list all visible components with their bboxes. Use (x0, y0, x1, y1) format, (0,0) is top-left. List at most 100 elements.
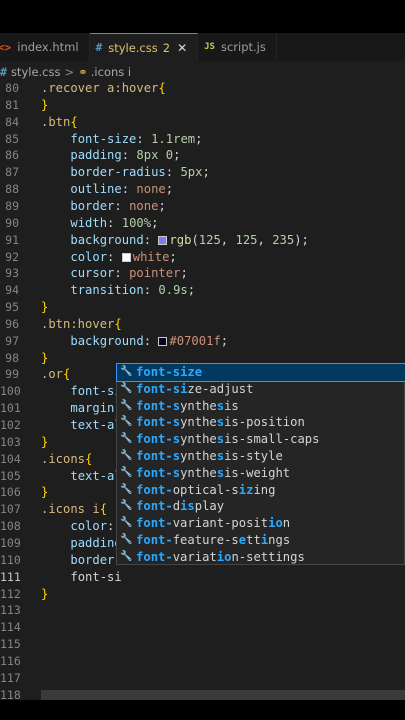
code-line[interactable]: 93 cursor: pointer; (0, 265, 405, 282)
suggestion-item[interactable]: 🔧 font-synthesis-style (117, 448, 405, 465)
suggestion-item[interactable]: 🔧 font-synthesis (117, 398, 405, 415)
code-text: transition: 0.9s; (70, 283, 196, 298)
suggestion-label: font-display (136, 499, 225, 514)
code-line[interactable]: 80 .recover a:hover{ (0, 80, 405, 97)
code-line[interactable]: 87 border-radius: 5px; (0, 164, 405, 181)
editor-tabs: <> index.html # style.css 2 ✕ JS script.… (0, 33, 405, 61)
line-number: 105 (0, 468, 21, 483)
suggestion-label: font-variation-settings (136, 549, 305, 564)
line-number: 102 (0, 418, 21, 432)
wrench-icon: 🔧 (120, 366, 133, 377)
code-text: text-al (70, 468, 122, 483)
line-number: 116 (0, 653, 21, 668)
suggestion-item[interactable]: 🔧 font-size-adjust (117, 381, 405, 398)
code-text: .icons i{ (41, 502, 108, 517)
suggestion-label: font-synthesis-small-caps (136, 432, 320, 447)
line-number: 101 (0, 401, 21, 416)
wrench-icon: 🔧 (120, 399, 133, 411)
line-number: 109 (0, 535, 21, 550)
code-line[interactable]: 90 width: 100%; (0, 215, 405, 232)
code-line[interactable]: 95} (0, 299, 405, 316)
code-line[interactable]: 86 padding: 8px 0; (0, 147, 405, 164)
tab-script-js[interactable]: JS script.js (198, 33, 277, 61)
line-number: 98 (5, 350, 19, 365)
suggestion-item[interactable]: 🔧 font-feature-settings (117, 532, 405, 549)
wrench-icon: 🔧 (120, 433, 133, 445)
code-line[interactable]: 84 .btn{ (0, 114, 405, 131)
breadcrumb-symbol[interactable]: .icons i (91, 65, 131, 79)
suggestion-label: font-variant-position (136, 516, 291, 531)
wrench-icon: 🔧 (120, 550, 133, 562)
line-number: 92 (5, 249, 19, 264)
code-text: .icons{ (41, 451, 93, 466)
suggestion-label: font-feature-settings (136, 533, 291, 547)
suggestion-item[interactable]: 🔧 font-size (116, 363, 405, 382)
suggestion-item[interactable]: 🔧 font-synthesis-position (117, 414, 405, 431)
suggestion-label: font-synthesis (136, 398, 239, 413)
suggestion-label: font-synthesis-position (136, 415, 305, 430)
code-text: margin- (70, 401, 122, 416)
line-number: 99 (5, 367, 19, 382)
code-text: } (41, 350, 49, 365)
breadcrumb-file[interactable]: style.css (11, 65, 61, 79)
chevron-right-icon: > (64, 65, 75, 79)
line-number: 108 (0, 519, 21, 534)
code-line[interactable]: 85 font-size: 1.1rem; (0, 131, 405, 148)
code-text: font-size: 1.1rem; (70, 131, 203, 146)
top-bar (0, 0, 405, 33)
code-text: padding: 8px 0; (70, 148, 181, 163)
code-line[interactable]: 88 outline: none; (0, 181, 405, 198)
code-line[interactable]: 117 (0, 670, 405, 687)
code-line[interactable]: 91 background: rgb(125, 125, 235); (0, 232, 405, 249)
bottom-bar (0, 700, 405, 720)
suggestion-label: font-synthesis-style (136, 449, 283, 463)
code-line[interactable]: 113 (0, 602, 405, 619)
code-line[interactable]: 116 (0, 653, 405, 670)
html-file-icon: <> (0, 40, 12, 54)
line-number: 85 (5, 131, 19, 146)
code-line[interactable]: 94 transition: 0.9s; (0, 282, 405, 299)
js-file-icon: JS (204, 42, 215, 52)
suggestion-item[interactable]: 🔧 font-variant-position (117, 515, 405, 532)
code-line[interactable]: 114 (0, 619, 405, 636)
horizontal-scrollbar[interactable] (41, 690, 405, 700)
code-line[interactable]: 97 background: #07001f; (0, 333, 405, 350)
code-line[interactable]: 92 color: white; (0, 249, 405, 266)
suggestion-item[interactable]: 🔧 font-optical-sizing (117, 482, 405, 499)
code-line[interactable]: 112} (0, 586, 405, 603)
line-number: 87 (5, 165, 19, 180)
code-text: padding (70, 535, 122, 550)
suggestion-item[interactable]: 🔧 font-variation-settings (117, 549, 405, 566)
code-line[interactable]: 115 (0, 636, 405, 653)
code-line[interactable]: 81} (0, 97, 405, 114)
code-text: } (41, 485, 49, 500)
tab-index-html[interactable]: <> index.html (0, 33, 90, 61)
code-line[interactable]: 111 font-si (0, 569, 405, 586)
code-text: text-al (70, 418, 122, 432)
line-number: 104 (0, 451, 21, 466)
line-number: 114 (0, 620, 21, 635)
suggestion-item[interactable]: 🔧 font-synthesis-small-caps (117, 431, 405, 448)
close-icon[interactable]: ✕ (177, 41, 187, 55)
suggestion-widget[interactable]: 🔧 font-size 🔧 font-size-adjust 🔧 font-synthes… (116, 363, 405, 565)
code-text: color: (70, 519, 115, 534)
line-number: 97 (5, 333, 19, 348)
symbol-icon: ⚭ (78, 65, 88, 79)
wrench-icon: 🔧 (120, 483, 133, 495)
suggestion-item[interactable]: 🔧 font-display (117, 498, 405, 515)
line-number: 111 (0, 569, 21, 584)
line-number: 91 (5, 232, 19, 247)
code-text: .or{ (41, 367, 71, 382)
code-line[interactable]: 96 .btn:hover{ (0, 316, 405, 333)
code-line[interactable]: 89 border: none; (0, 198, 405, 215)
wrench-icon: 🔧 (120, 500, 133, 512)
line-number: 81 (5, 97, 19, 112)
tab-label: script.js (220, 40, 266, 54)
tab-style-css[interactable]: # style.css 2 ✕ (89, 33, 199, 61)
suggestion-item[interactable]: 🔧 font-synthesis-weight (117, 465, 405, 482)
line-number: 103 (0, 434, 21, 449)
line-number: 112 (0, 586, 21, 601)
line-number: 86 (5, 148, 19, 163)
code-text: } (41, 586, 49, 601)
wrench-icon: 🔧 (120, 416, 133, 428)
